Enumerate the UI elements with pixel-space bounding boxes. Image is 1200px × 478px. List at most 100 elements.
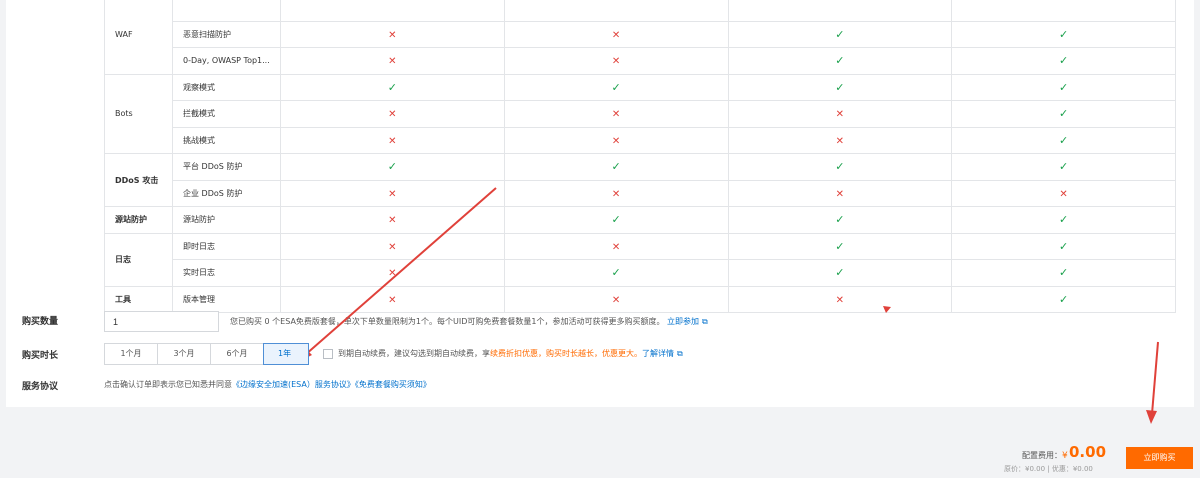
feature-cell: 拦截模式 <box>172 100 281 128</box>
plan-cell: ✕ <box>280 206 505 234</box>
feature-cell: 实时日志 <box>172 259 281 287</box>
cross-icon: ✕ <box>611 188 621 200</box>
plan-cell: ✕ <box>727 179 953 207</box>
plan-cell: ✓ <box>951 100 1176 128</box>
category-cell: WAF <box>104 0 173 75</box>
check-icon: ✓ <box>1059 54 1069 68</box>
check-icon: ✓ <box>835 266 845 280</box>
cross-icon: ✕ <box>611 135 621 147</box>
check-icon: ✓ <box>835 80 845 94</box>
plan-cell: ✓ <box>951 285 1176 313</box>
agreement-text: 点击确认订单即表示您已知悉并同意《边缘安全加速(ESA）服务协议》《免费套餐购买… <box>104 379 431 390</box>
feature-cell: 0-Day, OWASP Top1... <box>172 47 281 75</box>
plan-cell: ✕ <box>280 179 505 207</box>
feature-cell: 平台 DDoS 防护 <box>172 153 281 181</box>
duration-label: 购买时长 <box>22 351 59 361</box>
plan-cell <box>951 0 1176 22</box>
cross-icon: ✕ <box>388 56 397 68</box>
plan-cell: ✕ <box>503 126 729 154</box>
plan-cell: ✓ <box>280 153 505 181</box>
plan-cell: ✕ <box>727 126 953 154</box>
plan-cell: ✓ <box>951 126 1176 154</box>
cross-icon: ✕ <box>611 241 621 253</box>
plan-cell: ✓ <box>503 73 729 101</box>
check-icon: ✓ <box>1059 27 1069 41</box>
external-link-icon: ⧉ <box>702 317 708 326</box>
feature-comparison-table: WAF 恶意扫描防护 ✕ ✕ ✓ ✓ 0-Day, OWASP Top1... ✕ ✕ ✓ ✓ Bot… <box>104 0 1176 313</box>
plan-cell: ✓ <box>727 206 953 234</box>
fee-breakdown: 原价：¥0.00 | 优惠：¥0.00 <box>1004 465 1093 473</box>
check-icon: ✓ <box>1059 292 1069 306</box>
plan-cell <box>280 0 505 22</box>
agreement-prefix: 点击确认订单即表示您已知悉并同意 <box>104 380 232 389</box>
plan-cell: ✕ <box>503 232 729 260</box>
check-icon: ✓ <box>835 239 845 253</box>
esa-service-agreement-link[interactable]: 《边缘安全加速(ESA）服务协议》 <box>232 380 355 389</box>
table-row: 日志 即时日志 ✕ ✕ ✓ ✓ <box>104 232 1176 287</box>
join-now-link[interactable]: 立即参加 <box>667 317 699 326</box>
quantity-hint-text: 您已购买 0 个ESA免费版套餐，单次下单数量限制为1个。每个UID可购免费套餐… <box>230 317 665 326</box>
plan-cell: ✓ <box>951 47 1176 75</box>
check-icon: ✓ <box>1059 239 1069 253</box>
check-icon: ✓ <box>387 80 397 94</box>
plan-cell: ✕ <box>280 232 505 260</box>
feature-cell: 观察模式 <box>172 73 281 101</box>
duration-option-1-year[interactable]: 1年 <box>263 343 309 365</box>
cross-icon: ✕ <box>835 109 845 121</box>
table-row: 恶意扫描防护 ✕ ✕ ✓ ✓ <box>105 20 1176 48</box>
cross-icon: ✕ <box>1059 188 1068 200</box>
quantity-input[interactable] <box>104 311 219 332</box>
buy-now-button[interactable]: 立即购买 <box>1126 447 1193 469</box>
plan-cell: ✓ <box>727 259 953 287</box>
table-row: DDoS 攻击 平台 DDoS 防护 ✓ ✓ ✓ ✓ <box>104 153 1176 207</box>
check-icon: ✓ <box>835 160 845 174</box>
cross-icon: ✕ <box>835 294 845 306</box>
check-icon: ✓ <box>1059 266 1069 280</box>
feature-cell: 即时日志 <box>172 232 281 260</box>
cross-icon: ✕ <box>388 294 397 306</box>
table-row: 企业 DDoS 防护 ✕ ✕ ✕ ✕ <box>105 179 1176 207</box>
plan-cell: ✓ <box>951 232 1176 260</box>
plan-cell: ✓ <box>280 73 505 101</box>
plan-cell: ✓ <box>951 259 1176 287</box>
feature-cell: 源站防护 <box>172 206 281 234</box>
plan-cell: ✓ <box>727 20 953 48</box>
fee-label: 配置费用： <box>1022 451 1062 460</box>
plan-cell: ✓ <box>951 153 1176 181</box>
table-row: WAF <box>104 0 1176 75</box>
duration-option-6-months[interactable]: 6个月 <box>210 343 264 365</box>
check-icon: ✓ <box>1059 107 1069 121</box>
check-icon: ✓ <box>611 80 621 94</box>
cross-icon: ✕ <box>611 29 621 41</box>
duration-option-3-months[interactable]: 3个月 <box>157 343 211 365</box>
cross-icon: ✕ <box>611 56 621 68</box>
table-row: Bots 观察模式 ✓ ✓ ✓ ✓ <box>104 73 1176 154</box>
auto-renew-checkbox[interactable] <box>323 348 333 359</box>
table-row: 实时日志 ✕ ✓ ✓ ✓ <box>105 259 1176 287</box>
check-icon: ✓ <box>611 160 621 174</box>
plan-cell: ✓ <box>727 232 953 260</box>
category-cell: 日志 <box>104 232 173 287</box>
duration-option-1-month[interactable]: 1个月 <box>104 343 158 365</box>
fee-amount: 0.00 <box>1069 443 1107 461</box>
cross-icon: ✕ <box>388 135 397 147</box>
check-icon: ✓ <box>835 54 845 68</box>
learn-more-link[interactable]: 了解详情 <box>642 348 674 359</box>
plan-cell: ✓ <box>951 73 1176 101</box>
plan-cell <box>503 0 729 22</box>
service-agreement-label: 服务协议 <box>22 382 59 392</box>
plan-cell: ✕ <box>280 259 505 287</box>
plan-cell: ✕ <box>503 285 729 313</box>
auto-renew-highlight: 续费折扣优惠，购买时长越长，优惠更大。 <box>490 349 642 358</box>
plan-cell: ✕ <box>280 285 505 313</box>
plan-cell: ✕ <box>951 179 1176 207</box>
free-plan-notice-link[interactable]: 《免费套餐购买须知》 <box>355 380 431 389</box>
plan-cell: ✓ <box>951 20 1176 48</box>
check-icon: ✓ <box>387 160 397 174</box>
plan-cell: ✓ <box>503 153 729 181</box>
plan-cell: ✕ <box>280 20 505 48</box>
cross-icon: ✕ <box>835 135 845 147</box>
table-row: 源站防护 源站防护 ✕ ✓ ✓ ✓ <box>104 206 1176 234</box>
category-cell: Bots <box>104 73 173 154</box>
plan-cell: ✕ <box>727 100 953 128</box>
